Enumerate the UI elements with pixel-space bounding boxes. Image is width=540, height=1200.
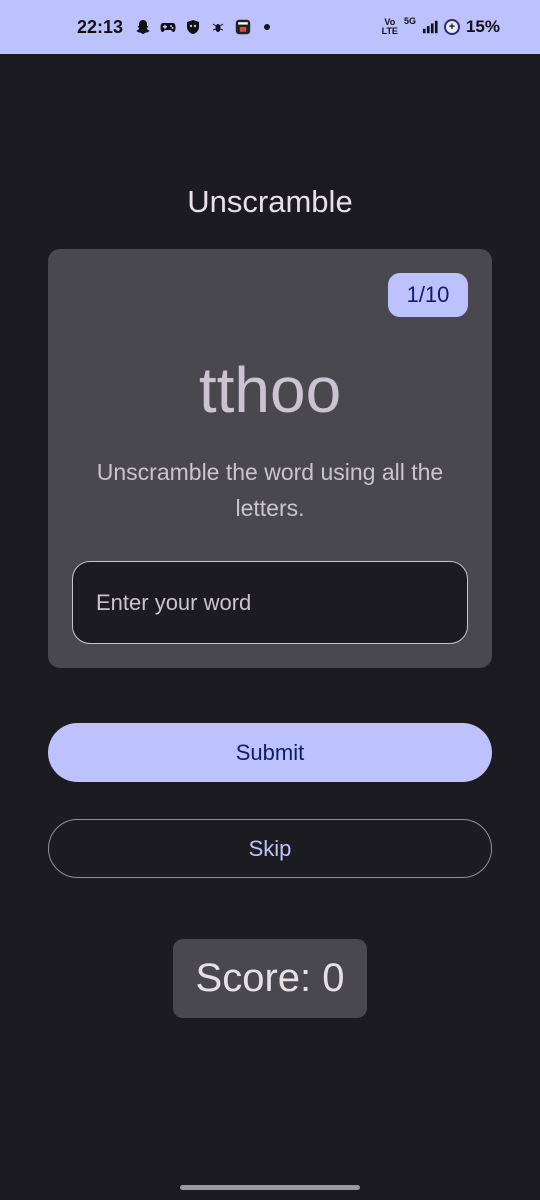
network-type: 5G	[403, 16, 416, 26]
game-card: 1/10 tthoo Unscramble the word using all…	[48, 249, 492, 668]
instructions-text: Unscramble the word using all the letter…	[96, 459, 444, 521]
status-time: 22:13	[77, 16, 124, 37]
snapchat-icon	[135, 19, 151, 35]
battery-saver-icon: +	[443, 19, 460, 35]
word-input[interactable]	[72, 561, 468, 644]
skip-button[interactable]: Skip	[48, 819, 492, 878]
status-bar: 22:13 Vo LTE 5G + 15%	[0, 0, 540, 54]
app-screen: 22:13 Vo LTE 5G + 15% Unscramble 1/10 tt…	[0, 0, 540, 1200]
bug-icon	[210, 19, 226, 35]
score-display: Score: 0	[173, 939, 367, 1018]
gamepad-icon	[160, 19, 176, 35]
volte-icon: Vo LTE	[381, 17, 398, 36]
submit-button[interactable]: Submit	[48, 723, 492, 782]
tv-app-icon	[235, 19, 251, 35]
battery-percent: 15%	[465, 17, 500, 36]
more-notifications-dot	[264, 24, 271, 30]
system-icons: Vo LTE 5G + 15%	[381, 16, 500, 37]
notification-icons	[135, 19, 271, 35]
word-counter-badge: 1/10	[388, 273, 468, 317]
page-title: Unscramble	[187, 184, 353, 219]
shield-face-icon	[185, 19, 201, 35]
home-indicator[interactable]	[180, 1185, 360, 1190]
scrambled-word: tthoo	[198, 354, 342, 426]
signal-icon	[422, 19, 438, 35]
